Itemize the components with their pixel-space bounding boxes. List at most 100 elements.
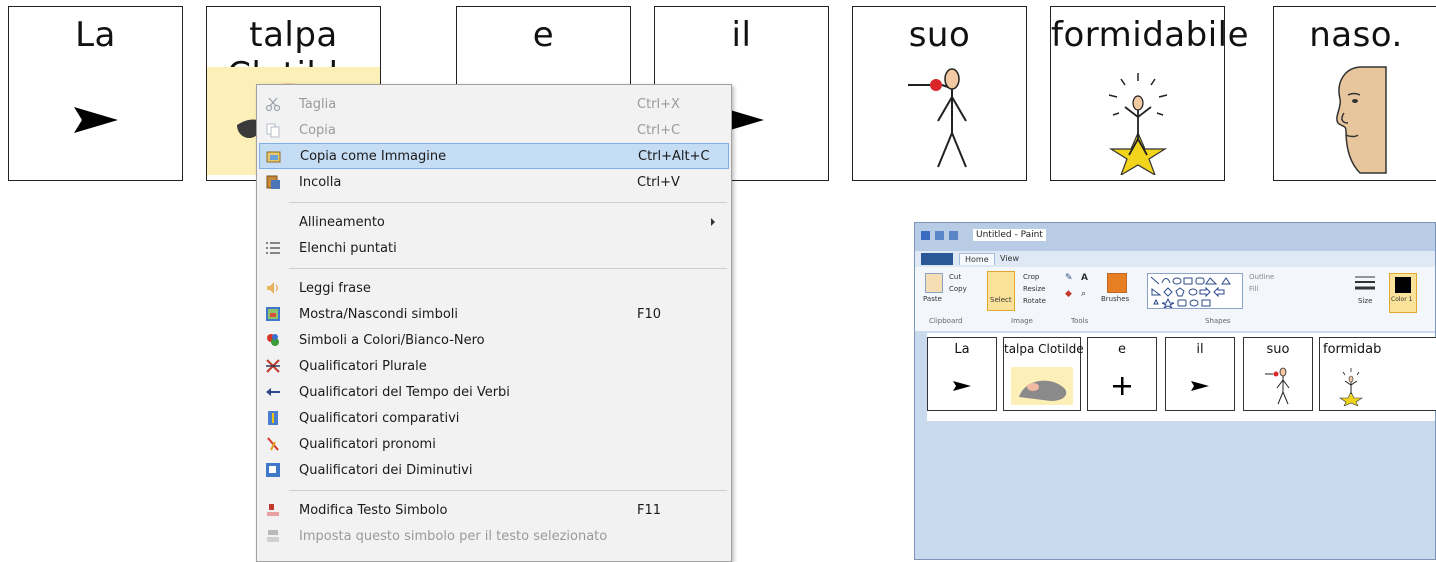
paint-card-word: La [954,342,970,357]
person-pointing-icon [853,65,1026,175]
menu-item-label: Mostra/Nascondi simboli [299,306,459,322]
brushes-icon[interactable] [1107,273,1127,293]
magnifier-icon[interactable]: ⌕ [1081,289,1086,299]
menu-item-copia-come-immagine[interactable]: Copia come Immagine Ctrl+Alt+C [259,143,729,169]
speaker-icon [267,282,279,294]
paint-card-il: il [1165,337,1235,411]
image-group-label: Image [1011,317,1033,325]
color1-button[interactable]: Color 1 [1389,273,1417,313]
copy-icon [266,123,280,138]
menu-item-shortcut: Ctrl+X [637,96,680,112]
menu-separator [289,490,727,491]
menu-item-leggi-frase[interactable]: Leggi frase [259,275,729,301]
menu-item-taglia[interactable]: Taglia Ctrl+X [259,91,729,117]
menu-item-mostra-nascondi-simboli[interactable]: Mostra/Nascondi simboli F10 [259,301,729,327]
menu-item-qualificatori-comparativi[interactable]: Qualificatori comparativi [259,405,729,431]
pronoun-icon [267,437,279,451]
menu-item-label: Imposta questo simbolo per il testo sele… [299,528,608,544]
color1-swatch [1395,277,1411,293]
select-button[interactable]: Select [987,271,1015,311]
paste-button[interactable]: Paste [923,295,942,303]
brushes-button[interactable]: Brushes [1101,295,1129,303]
paint-ribbon: Paste Cut Copy Clipboard Select Crop Res… [915,267,1435,332]
paint-card-word: formidab [1323,342,1382,357]
triangle-arrow-icon [928,364,996,408]
symbol-card-suo[interactable]: suo [852,6,1027,181]
menu-item-qualificatori-plurale[interactable]: Qualificatori Plurale [259,353,729,379]
tab-view[interactable]: View [995,253,1024,264]
menu-item-modifica-testo-simbolo[interactable]: Modifica Testo Simbolo F11 [259,497,729,523]
menu-item-shortcut: F10 [637,306,662,322]
scissors-icon [265,97,281,112]
tools-group-label: Tools [1071,317,1089,325]
save-icon[interactable] [935,231,944,240]
paint-file-menu-button[interactable] [921,253,953,265]
menu-separator [289,268,727,269]
paint-card-suo: suo [1243,337,1313,411]
menu-item-shortcut: Ctrl+V [637,174,680,190]
rotate-button[interactable]: Rotate [1023,297,1046,305]
paste-icon[interactable] [925,273,943,293]
outline-button[interactable]: Outline [1249,273,1274,281]
symbol-card-naso[interactable]: naso. [1273,6,1436,181]
cut-button[interactable]: Cut [949,273,961,281]
copy-button[interactable]: Copy [949,285,967,293]
menu-item-label: Copia [299,122,336,138]
edit-symbol-text-icon [267,504,279,516]
menu-item-qualificatori-pronomi[interactable]: Qualificatori pronomi [259,431,729,457]
show-symbols-icon [266,307,280,321]
menu-item-allineamento[interactable]: Allineamento [259,209,729,235]
color1-label: Color 1 [1391,296,1413,303]
submenu-arrow-icon [711,218,715,226]
menu-item-simboli-colori[interactable]: Simboli a Colori/Bianco-Nero [259,327,729,353]
paint-card-word: suo [1266,342,1290,357]
card-word: La [75,15,116,55]
menu-item-label: Copia come Immagine [300,148,447,164]
eraser-icon[interactable]: ◆ [1065,289,1072,299]
menu-item-label: Simboli a Colori/Bianco-Nero [299,332,485,348]
size-icon[interactable] [1355,275,1375,291]
pencil-icon[interactable]: ✎ [1065,273,1073,283]
resize-button[interactable]: Resize [1023,285,1045,293]
menu-item-qualificatori-tempo[interactable]: Qualificatori del Tempo dei Verbi [259,379,729,405]
undo-icon[interactable] [949,231,958,240]
person-star-icon [1051,65,1224,175]
clipboard-group-label: Clipboard [929,317,963,325]
menu-item-copia[interactable]: Copia Ctrl+C [259,117,729,143]
face-nose-icon [1274,65,1436,175]
menu-item-label: Modifica Testo Simbolo [299,502,448,518]
color-symbols-icon [267,334,279,346]
shapes-gallery[interactable] [1147,273,1243,310]
symbol-card-la[interactable]: La [8,6,183,181]
menu-item-shortcut: Ctrl+Alt+C [638,148,710,164]
fill-button[interactable]: Fill [1249,285,1258,293]
paint-card-word: e [1118,342,1126,357]
paint-card-word: talpa Clotilde [1004,342,1084,356]
text-tool-icon[interactable]: A [1081,273,1088,283]
menu-item-label: Qualificatori pronomi [299,436,436,452]
menu-item-label: Leggi frase [299,280,371,296]
crop-button[interactable]: Crop [1023,273,1039,281]
copy-image-icon [266,151,281,163]
size-button[interactable]: Size [1358,297,1372,305]
menu-item-incolla[interactable]: Incolla Ctrl+V [259,169,729,195]
comparative-icon [268,411,278,425]
paint-window: Untitled - Paint Home View Paste Cut Cop… [914,222,1436,560]
paint-card-la: La [927,337,997,411]
menu-item-qualificatori-diminutivi[interactable]: Qualificatori dei Diminutivi [259,457,729,483]
triangle-arrow-icon [1166,364,1234,408]
menu-item-label: Elenchi puntati [299,240,397,256]
mole-picture [1004,364,1080,408]
menu-item-imposta-simbolo[interactable]: Imposta questo simbolo per il testo sele… [259,523,729,549]
paint-ribbon-tabs: Home View [915,251,1435,267]
symbol-card-formidabile[interactable]: formidabile [1050,6,1249,181]
card-word: naso. [1309,15,1403,55]
plural-icon [266,359,280,373]
menu-item-label: Qualificatori dei Diminutivi [299,462,473,478]
menu-item-shortcut: F11 [637,502,662,518]
menu-item-elenchi-puntati[interactable]: Elenchi puntati [259,235,729,261]
menu-separator [289,202,727,203]
tab-home[interactable]: Home [959,253,995,265]
select-label: Select [990,296,1012,304]
shapes-icon [1150,276,1231,310]
